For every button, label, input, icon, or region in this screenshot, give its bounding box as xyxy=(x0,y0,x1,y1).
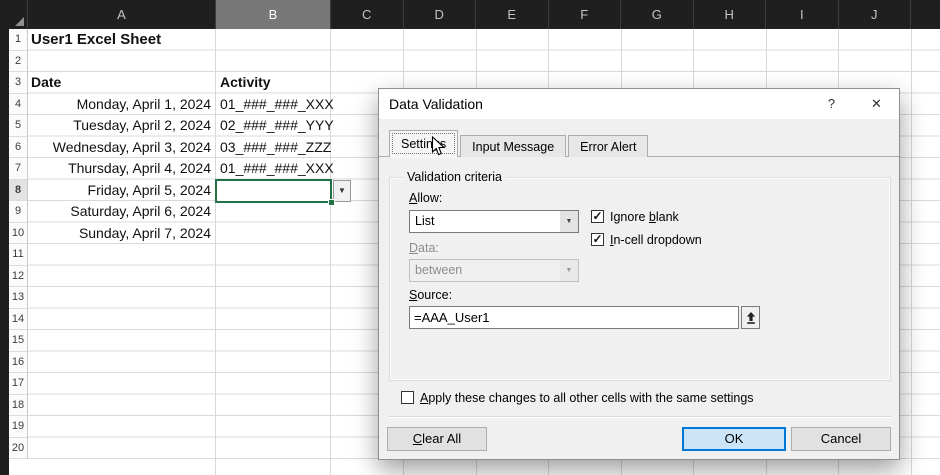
dialog-titlebar[interactable]: Data Validation ? ✕ xyxy=(379,89,899,119)
row-header-19[interactable]: 19 xyxy=(9,416,28,438)
column-header-e[interactable]: E xyxy=(476,0,549,29)
collapse-dialog-button[interactable] xyxy=(741,306,760,329)
cancel-button[interactable]: Cancel xyxy=(791,427,891,451)
row-header-10[interactable]: 10 xyxy=(9,222,28,244)
cell-a6-date[interactable]: Wednesday, April 3, 2024 xyxy=(28,137,211,159)
column-header-d[interactable]: D xyxy=(404,0,476,29)
gridline xyxy=(910,29,912,475)
row-header-2[interactable]: 2 xyxy=(9,50,28,72)
row-header-14[interactable]: 14 xyxy=(9,308,28,330)
data-validation-dialog: Data Validation ? ✕ Settings Input Messa… xyxy=(378,88,900,460)
ignore-blank-label[interactable]: Ignore blank xyxy=(610,210,679,224)
select-all-corner[interactable] xyxy=(0,0,28,29)
cell-a5-date[interactable]: Tuesday, April 2, 2024 xyxy=(28,115,211,137)
tab-error-alert[interactable]: Error Alert xyxy=(568,135,649,157)
excel-window: A B C D E F G H I J 1 2 3 4 5 6 7 8 9 10… xyxy=(0,0,940,475)
cell-a9-date[interactable]: Saturday, April 6, 2024 xyxy=(28,201,211,223)
validation-criteria-label: Validation criteria xyxy=(403,170,506,184)
mouse-cursor-icon xyxy=(431,135,446,162)
ok-button[interactable]: OK xyxy=(682,427,786,451)
row-header-18[interactable]: 18 xyxy=(9,394,28,416)
column-header-i[interactable]: I xyxy=(766,0,839,29)
data-dropdown: between ▼ xyxy=(409,259,579,282)
row-header-5[interactable]: 5 xyxy=(9,115,28,137)
row-header-11[interactable]: 11 xyxy=(9,244,28,266)
clear-all-button[interactable]: Clear All xyxy=(387,427,487,451)
cell-b5-activity[interactable]: 02_###_###_YYY xyxy=(220,115,334,137)
source-label: Source: xyxy=(409,288,453,302)
row-header-7[interactable]: 7 xyxy=(9,158,28,180)
row-header-6[interactable]: 6 xyxy=(9,136,28,158)
cell-b7-activity[interactable]: 01_###_###_XXX xyxy=(220,158,334,180)
source-input[interactable] xyxy=(409,306,739,329)
window-left-edge xyxy=(0,0,9,475)
selected-cell-b8[interactable] xyxy=(215,178,332,203)
cell-a3-date-header[interactable]: Date xyxy=(31,72,151,94)
in-cell-dropdown-label[interactable]: In-cell dropdown xyxy=(610,233,702,247)
row-header-8[interactable]: 8 xyxy=(9,179,28,201)
cell-b4-activity[interactable]: 01_###_###_XXX xyxy=(220,94,334,116)
data-dropdown-value: between xyxy=(415,263,463,277)
cell-a7-date[interactable]: Thursday, April 4, 2024 xyxy=(28,158,211,180)
row-header-3[interactable]: 3 xyxy=(9,72,28,94)
row-header-16[interactable]: 16 xyxy=(9,351,28,373)
allow-label: Allow: xyxy=(409,191,443,205)
column-header-strip: A B C D E F G H I J xyxy=(0,0,940,29)
chevron-down-icon[interactable]: ▼ xyxy=(560,211,578,232)
gridline xyxy=(215,29,216,475)
row-header-13[interactable]: 13 xyxy=(9,287,28,309)
cell-a4-date[interactable]: Monday, April 1, 2024 xyxy=(28,94,211,116)
chevron-down-icon: ▼ xyxy=(560,260,578,281)
apply-all-label[interactable]: Apply these changes to all other cells w… xyxy=(420,391,754,405)
tab-input-message[interactable]: Input Message xyxy=(460,135,567,157)
cell-a8-date[interactable]: Friday, April 5, 2024 xyxy=(28,180,211,202)
cell-a10-date[interactable]: Sunday, April 7, 2024 xyxy=(28,223,211,245)
cell-a1-title[interactable]: User1 Excel Sheet xyxy=(31,29,281,51)
row-header-15[interactable]: 15 xyxy=(9,330,28,352)
column-header-a[interactable]: A xyxy=(28,0,216,29)
cell-b6-activity[interactable]: 03_###_###_ZZZ xyxy=(220,137,331,159)
tab-settings[interactable]: Settings xyxy=(389,130,459,158)
column-header-b[interactable]: B xyxy=(216,0,331,29)
dropdown-arrow-icon: ▼ xyxy=(338,186,346,195)
row-header-9[interactable]: 9 xyxy=(9,201,28,223)
dialog-tabs: Settings Input Message Error Alert xyxy=(389,130,650,158)
column-header-c[interactable]: C xyxy=(331,0,404,29)
column-header-f[interactable]: F xyxy=(549,0,621,29)
column-header-h[interactable]: H xyxy=(694,0,766,29)
column-header-j[interactable]: J xyxy=(839,0,911,29)
collapse-up-arrow-icon xyxy=(746,311,755,324)
button-separator xyxy=(389,416,891,417)
close-button[interactable]: ✕ xyxy=(854,89,899,119)
data-label: Data: xyxy=(409,241,439,255)
cell-b3-activity-header[interactable]: Activity xyxy=(220,72,328,94)
row-header-1[interactable]: 1 xyxy=(9,29,28,51)
apply-all-checkbox[interactable] xyxy=(401,391,414,404)
row-header-12[interactable]: 12 xyxy=(9,265,28,287)
allow-dropdown-value: List xyxy=(415,214,435,228)
dialog-title: Data Validation xyxy=(389,96,483,112)
allow-dropdown[interactable]: List ▼ xyxy=(409,210,579,233)
row-header-20[interactable]: 20 xyxy=(9,437,28,459)
column-header-g[interactable]: G xyxy=(621,0,694,29)
row-header-4[interactable]: 4 xyxy=(9,93,28,115)
ignore-blank-checkbox[interactable] xyxy=(591,210,604,223)
help-button[interactable]: ? xyxy=(809,89,854,119)
in-cell-dropdown-checkbox[interactable] xyxy=(591,233,604,246)
in-cell-dropdown-button[interactable]: ▼ xyxy=(333,180,351,202)
row-header-17[interactable]: 17 xyxy=(9,373,28,395)
fill-handle[interactable] xyxy=(328,199,335,206)
